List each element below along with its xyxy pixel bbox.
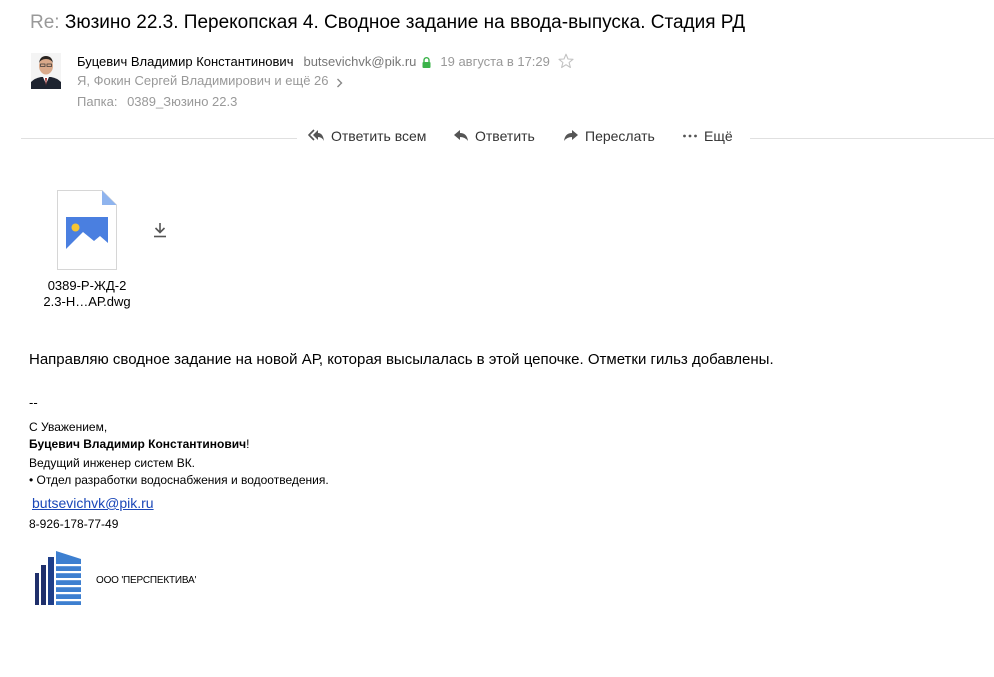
reply-button[interactable]: Ответить bbox=[453, 128, 535, 144]
signature-department: • Отдел разработки водоснабжения и водоо… bbox=[29, 473, 329, 487]
forward-button[interactable]: Переслать bbox=[563, 128, 655, 144]
toolbar-divider-left bbox=[21, 138, 297, 139]
recipients-text: Я, Фокин Сергей Владимирович и ещё 26 bbox=[77, 73, 329, 88]
chevron-right-icon bbox=[336, 76, 343, 87]
attachment-file-icon[interactable] bbox=[57, 190, 117, 270]
forward-label: Переслать bbox=[585, 128, 655, 144]
reply-icon bbox=[454, 130, 468, 141]
folder-label: Папка: bbox=[77, 94, 118, 109]
toolbar-divider-right bbox=[750, 138, 994, 139]
avatar-photo-icon bbox=[31, 53, 61, 89]
reply-label: Ответить bbox=[475, 128, 535, 144]
subject-prefix: Re: bbox=[30, 12, 60, 33]
attachment-file-name[interactable]: 0389-Р-ЖД-2 2.3-Н…АР.dwg bbox=[30, 278, 144, 310]
reply-all-icon bbox=[308, 129, 324, 141]
message-subject: Re: Зюзино 22.3. Перекопская 4. Сводное … bbox=[30, 12, 745, 34]
sender-email[interactable]: butsevichvk@pik.ru bbox=[303, 54, 416, 69]
signature-name: Буцевич Владимир Константинович! bbox=[29, 437, 249, 451]
folder-line: Папка: 0389_Зюзино 22.3 bbox=[77, 94, 237, 109]
lock-icon bbox=[422, 56, 431, 68]
signature-exclamation: ! bbox=[246, 437, 250, 451]
more-dots-icon bbox=[683, 134, 697, 138]
reply-all-label: Ответить всем bbox=[331, 128, 427, 144]
company-logo-icon bbox=[35, 551, 81, 605]
reply-all-button[interactable]: Ответить всем bbox=[308, 128, 426, 144]
sender-line: Буцевич Владимир Константинович butsevic… bbox=[77, 53, 574, 69]
recipients-line[interactable]: Я, Фокин Сергей Владимирович и ещё 26 bbox=[77, 73, 343, 88]
avatar[interactable] bbox=[31, 53, 61, 89]
attachment-name-line1: 0389-Р-ЖД-2 bbox=[47, 278, 127, 293]
company-name: ООО 'ПЕРСПЕКТИВА' bbox=[96, 575, 197, 586]
message-body: Направляю сводное задание на новой АР, к… bbox=[29, 351, 774, 368]
star-icon[interactable] bbox=[558, 53, 574, 69]
more-label: Ещё bbox=[704, 128, 733, 144]
signature-regards: С Уважением, bbox=[29, 420, 108, 434]
subject-text: Зюзино 22.3. Перекопская 4. Сводное зада… bbox=[64, 12, 746, 33]
signature-phone: 8-926-178-77-49 bbox=[29, 517, 119, 531]
sender-date: 19 августа в 17:29 bbox=[440, 53, 550, 69]
signature-name-text: Буцевич Владимир Константинович bbox=[29, 437, 247, 451]
attachment-name-line2: 2.3-Н…АР.dwg bbox=[43, 294, 131, 309]
signature-position: Ведущий инженер систем ВК. bbox=[29, 456, 196, 470]
folder-name[interactable]: 0389_Зюзино 22.3 bbox=[127, 94, 237, 109]
sender-name[interactable]: Буцевич Владимир Константинович bbox=[77, 54, 293, 69]
signature-email-link[interactable]: butsevichvk@pik.ru bbox=[32, 495, 154, 511]
download-icon[interactable] bbox=[152, 221, 168, 239]
more-button[interactable]: Ещё bbox=[682, 128, 733, 144]
forward-icon bbox=[564, 130, 578, 141]
company-logo bbox=[35, 551, 83, 605]
signature-separator: -- bbox=[29, 395, 38, 410]
